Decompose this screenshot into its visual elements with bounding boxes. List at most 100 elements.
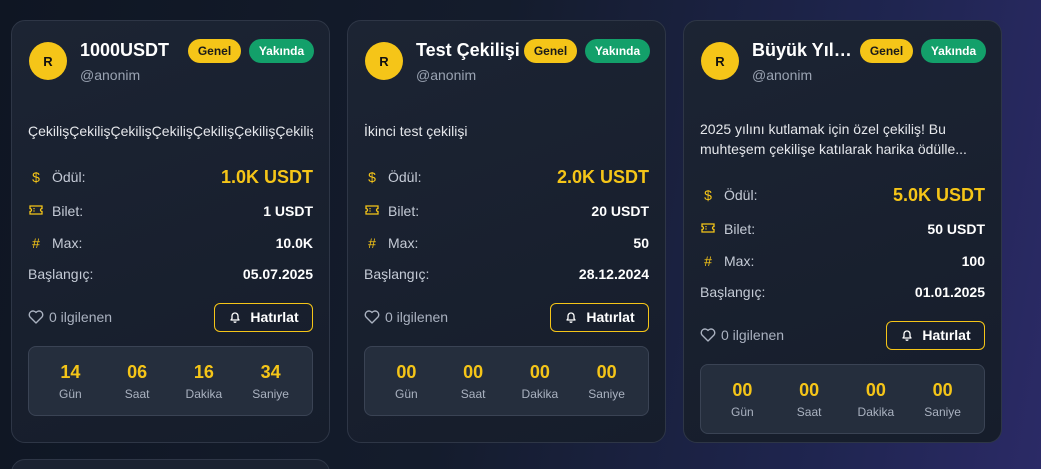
countdown-label: Gün xyxy=(59,387,82,401)
countdown: 14 Gün 06 Saat 16 Dakika 34 Saniye xyxy=(28,346,313,416)
countdown: 00 Gün 00 Saat 00 Dakika 00 Saniye xyxy=(700,364,985,434)
raffle-description: İkinci test çekilişi xyxy=(364,123,468,139)
countdown-value: 06 xyxy=(127,362,148,382)
countdown-minutes: 16 Dakika xyxy=(174,361,234,401)
creator-handle[interactable]: @anonim xyxy=(80,67,140,83)
heart-icon[interactable] xyxy=(700,328,716,342)
countdown-label: Saat xyxy=(460,387,486,401)
countdown-label: Saat xyxy=(796,405,822,419)
ticket-value: 20 USDT xyxy=(591,203,649,219)
raffle-card[interactable]: R Test Çekilişi @anonim Genel Yakında İk… xyxy=(347,20,666,443)
raffle-title[interactable]: Test Çekilişi xyxy=(416,39,520,61)
start-label: Başlangıç: xyxy=(364,266,430,282)
countdown-label: Gün xyxy=(731,405,754,419)
dollar-icon: $ xyxy=(368,169,376,185)
category-badge: Genel xyxy=(188,39,241,63)
countdown-days: 00 Gün xyxy=(712,379,772,419)
avatar[interactable]: R xyxy=(365,42,403,80)
interest-count: 0 ilgilenen xyxy=(49,309,113,325)
remind-button[interactable]: Hatırlat xyxy=(886,320,985,350)
countdown-value: 00 xyxy=(799,380,820,400)
countdown-value: 14 xyxy=(60,362,81,382)
heart-icon[interactable] xyxy=(364,310,380,324)
countdown-value: 34 xyxy=(260,362,281,382)
raffle-card-partial[interactable] xyxy=(11,459,330,469)
countdown-seconds: 00 Saniye xyxy=(577,361,637,401)
interest-toggle[interactable]: 0 ilgilenen xyxy=(364,309,448,325)
prize-label: Ödül: xyxy=(724,187,758,203)
countdown-label: Gün xyxy=(395,387,418,401)
start-value: 01.01.2025 xyxy=(914,284,985,300)
status-badge: Yakında xyxy=(249,39,314,63)
raffle-card[interactable]: R 1000USDT @anonim Genel Yakında Çekiliş… xyxy=(11,20,330,443)
remind-button[interactable]: Hatırlat xyxy=(550,302,649,332)
start-label: Başlangıç: xyxy=(28,266,94,282)
countdown-label: Dakika xyxy=(185,387,223,401)
interest-count: 0 ilgilenen xyxy=(385,309,449,325)
raffle-title[interactable]: Büyük Yılbaşı Çekilişi xyxy=(752,39,856,61)
prize-value: 2.0K USDT xyxy=(556,166,649,187)
card-actions: 0 ilgilenen Hatırlat xyxy=(364,302,649,332)
countdown-seconds: 00 Saniye xyxy=(913,379,973,419)
max-value: 50 xyxy=(633,235,649,251)
heart-icon[interactable] xyxy=(28,310,44,324)
avatar[interactable]: R xyxy=(701,42,739,80)
remind-label: Hatırlat xyxy=(586,309,635,325)
raffle-title[interactable]: 1000USDT xyxy=(80,39,184,61)
raffle-card[interactable]: R Büyük Yılbaşı Çekilişi @anonim Genel Y… xyxy=(683,20,1002,443)
countdown-value: 00 xyxy=(732,380,753,400)
countdown-value: 00 xyxy=(865,380,886,400)
countdown-hours: 00 Saat xyxy=(779,379,839,419)
prize-value: 5.0K USDT xyxy=(892,184,985,205)
prize-label: Ödül: xyxy=(388,169,422,185)
remind-button[interactable]: Hatırlat xyxy=(214,302,313,332)
countdown-label: Dakika xyxy=(857,405,895,419)
ticket-row: Bilet: 20 USDT xyxy=(364,200,649,222)
countdown-minutes: 00 Dakika xyxy=(846,379,906,419)
card-actions: 0 ilgilenen Hatırlat xyxy=(700,320,985,350)
interest-toggle[interactable]: 0 ilgilenen xyxy=(700,327,784,343)
ticket-label: Bilet: xyxy=(52,203,84,219)
remind-label: Hatırlat xyxy=(922,327,971,343)
max-row: # Max: 10.0K xyxy=(28,232,313,254)
start-row: Başlangıç: 01.01.2025 xyxy=(700,281,985,303)
hash-icon: # xyxy=(368,235,376,251)
hash-icon: # xyxy=(32,235,40,251)
countdown-seconds: 34 Saniye xyxy=(241,361,301,401)
category-badge: Genel xyxy=(524,39,577,63)
max-label: Max: xyxy=(724,253,755,269)
countdown-value: 00 xyxy=(529,362,550,382)
status-badge: Yakında xyxy=(921,39,986,63)
bell-icon xyxy=(230,312,241,323)
ticket-label: Bilet: xyxy=(388,203,420,219)
dollar-icon: $ xyxy=(32,169,40,185)
ticket-row: Bilet: 50 USDT xyxy=(700,218,985,240)
prize-label: Ödül: xyxy=(52,169,86,185)
prize-row: $ Ödül: 5.0K USDT xyxy=(700,183,985,207)
countdown-label: Dakika xyxy=(521,387,559,401)
creator-handle[interactable]: @anonim xyxy=(416,67,476,83)
countdown-hours: 00 Saat xyxy=(443,361,503,401)
max-value: 10.0K xyxy=(275,235,313,251)
countdown-minutes: 00 Dakika xyxy=(510,361,570,401)
countdown-label: Saniye xyxy=(588,387,625,401)
creator-handle[interactable]: @anonim xyxy=(752,67,812,83)
start-value: 05.07.2025 xyxy=(242,266,313,282)
ticket-row: Bilet: 1 USDT xyxy=(28,200,313,222)
countdown-label: Saniye xyxy=(252,387,289,401)
status-badge: Yakında xyxy=(585,39,650,63)
max-label: Max: xyxy=(388,235,419,251)
max-label: Max: xyxy=(52,235,83,251)
max-row: # Max: 100 xyxy=(700,250,985,272)
countdown: 00 Gün 00 Saat 00 Dakika 00 Saniye xyxy=(364,346,649,416)
ticket-value: 1 USDT xyxy=(263,203,313,219)
countdown-hours: 06 Saat xyxy=(107,361,167,401)
bell-icon xyxy=(566,312,577,323)
countdown-label: Saat xyxy=(124,387,150,401)
interest-toggle[interactable]: 0 ilgilenen xyxy=(28,309,112,325)
avatar[interactable]: R xyxy=(29,42,67,80)
bell-icon xyxy=(902,330,913,341)
ticket-value: 50 USDT xyxy=(927,221,985,237)
countdown-value: 00 xyxy=(463,362,484,382)
card-header: R Test Çekilişi @anonim Genel Yakında xyxy=(364,39,650,97)
